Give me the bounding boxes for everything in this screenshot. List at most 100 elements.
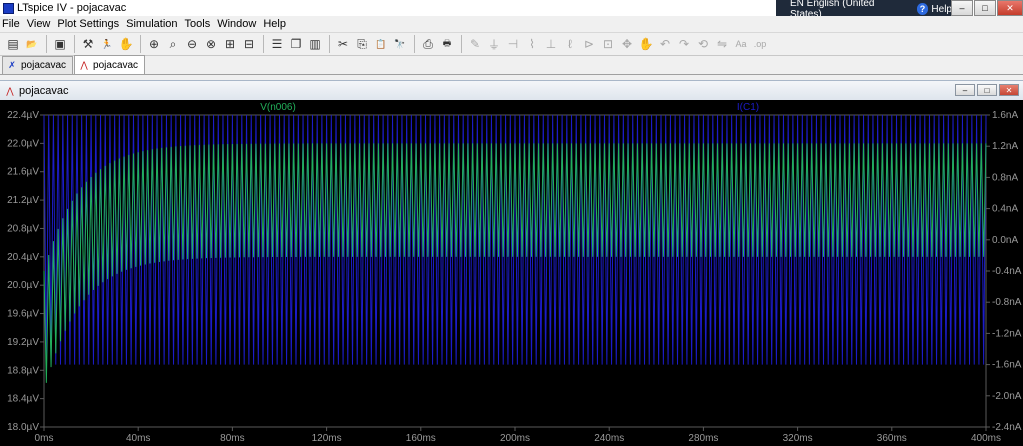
ground-icon[interactable]: ⏚ bbox=[485, 35, 503, 53]
left-tick-label: 21.2µV bbox=[7, 195, 39, 206]
redo-icon[interactable]: ↷ bbox=[675, 35, 693, 53]
right-tick-label: 0.8nA bbox=[992, 172, 1018, 183]
new-schematic-icon[interactable]: ▤ bbox=[4, 35, 22, 53]
toolbar-separator bbox=[414, 35, 415, 53]
zoom-in-icon[interactable]: ⊕ bbox=[145, 35, 163, 53]
tile-vertical-icon[interactable]: ▥ bbox=[306, 35, 324, 53]
x-tick-label: 80ms bbox=[220, 433, 244, 444]
find-icon[interactable]: 🔭 bbox=[391, 35, 409, 53]
move-icon[interactable]: ✥ bbox=[618, 35, 636, 53]
print-icon[interactable]: 🖶 bbox=[438, 35, 456, 53]
inductor-icon[interactable]: ℓ bbox=[561, 35, 579, 53]
menu-simulation[interactable]: Simulation bbox=[124, 18, 182, 30]
drag-icon[interactable]: ✋ bbox=[637, 35, 655, 53]
diode-icon[interactable]: ⊳ bbox=[580, 35, 598, 53]
component-icon[interactable]: ⊡ bbox=[599, 35, 617, 53]
wire-icon[interactable]: ✎ bbox=[466, 35, 484, 53]
document-tabs: ✗ pojacavac ⋀ pojacavac bbox=[0, 55, 1023, 75]
tab-schematic[interactable]: ✗ pojacavac bbox=[2, 56, 74, 74]
child-minimize-button[interactable]: – bbox=[955, 84, 975, 96]
run-icon[interactable]: 🏃 bbox=[98, 35, 116, 53]
child-maximize-button[interactable]: □ bbox=[977, 84, 997, 96]
x-tick-label: 40ms bbox=[126, 433, 150, 444]
left-tick-label: 20.8µV bbox=[7, 223, 39, 234]
plot-pane[interactable]: 0ms 40ms 80ms 120ms 160ms 200ms 240ms 280ms 320m… bbox=[0, 100, 1023, 446]
x-tick-label: 320ms bbox=[783, 433, 813, 444]
left-tick-label: 20.0µV bbox=[7, 280, 39, 291]
waveform-plot[interactable]: 0ms 40ms 80ms 120ms 160ms 200ms 240ms 280ms 320m… bbox=[0, 100, 1023, 446]
waveform-icon: ⋀ bbox=[80, 59, 88, 70]
tab-waveform[interactable]: ⋀ pojacavac bbox=[74, 55, 146, 74]
menu-plot-settings[interactable]: Plot Settings bbox=[55, 18, 124, 30]
right-tick-label: -0.4nA bbox=[992, 266, 1022, 277]
copy-icon[interactable]: ⎘ bbox=[353, 35, 371, 53]
left-tick-label: 20.4µV bbox=[7, 252, 39, 263]
left-tick-label: 18.0µV bbox=[7, 422, 39, 433]
zoom-cancel-icon[interactable]: ⊗ bbox=[202, 35, 220, 53]
tile-horizontal-icon[interactable]: ☰ bbox=[268, 35, 286, 53]
x-tick-label: 200ms bbox=[500, 433, 530, 444]
paste-icon[interactable]: 📋 bbox=[372, 35, 390, 53]
toolbar-separator bbox=[140, 35, 141, 53]
cascade-icon[interactable]: ❐ bbox=[287, 35, 305, 53]
right-tick-label: -2.4nA bbox=[992, 422, 1022, 433]
open-icon[interactable]: 📂 bbox=[23, 35, 41, 53]
right-tick-label: 0.4nA bbox=[992, 204, 1018, 215]
capacitor-icon[interactable]: ⊥ bbox=[542, 35, 560, 53]
text-icon[interactable]: Aa bbox=[732, 35, 750, 53]
right-tick-label: 1.2nA bbox=[992, 141, 1018, 152]
waveform-window-controls: – □ ✕ bbox=[953, 84, 1019, 96]
x-tick-label: 240ms bbox=[594, 433, 624, 444]
toolbar-separator bbox=[263, 35, 264, 53]
menu-window[interactable]: Window bbox=[215, 18, 261, 30]
autorange-icon[interactable]: ⊞ bbox=[221, 35, 239, 53]
rotate-icon[interactable]: ⟲ bbox=[694, 35, 712, 53]
tab-label: pojacavac bbox=[21, 60, 67, 71]
maximize-button[interactable]: □ bbox=[974, 0, 996, 16]
waveform-window-titlebar[interactable]: ⋀ pojacavac – □ ✕ bbox=[0, 81, 1023, 101]
cut-icon[interactable]: ✂ bbox=[334, 35, 352, 53]
language-help-label[interactable]: Help bbox=[931, 4, 952, 15]
right-tick-label: -2.0nA bbox=[992, 391, 1022, 402]
left-tick-label: 18.8µV bbox=[7, 365, 39, 376]
x-tick-label: 0ms bbox=[35, 433, 54, 444]
window-title: LTspice IV - pojacavac bbox=[17, 2, 127, 14]
menu-view[interactable]: View bbox=[25, 18, 56, 30]
trace-label-I-C1: I(C1) bbox=[737, 102, 759, 113]
x-tick-label: 160ms bbox=[406, 433, 436, 444]
menu-help[interactable]: Help bbox=[261, 18, 291, 30]
child-close-button[interactable]: ✕ bbox=[999, 84, 1019, 96]
halt-icon[interactable]: ✋ bbox=[117, 35, 135, 53]
print-preview-icon[interactable]: ⎙ bbox=[419, 35, 437, 53]
left-tick-label: 22.4µV bbox=[7, 110, 39, 121]
left-tick-label: 21.6µV bbox=[7, 167, 39, 178]
control-panel-icon[interactable]: ⚒ bbox=[79, 35, 97, 53]
right-tick-label: -1.6nA bbox=[992, 360, 1022, 371]
undo-icon[interactable]: ↶ bbox=[656, 35, 674, 53]
ltspice-window: LTspice IV - pojacavac EN English (Unite… bbox=[0, 0, 1023, 446]
zoom-out-icon[interactable]: ⊖ bbox=[183, 35, 201, 53]
menu-file[interactable]: File bbox=[0, 18, 25, 30]
x-tick-label: 120ms bbox=[312, 433, 342, 444]
toolbar: ▤ 📂 ▣ ⚒ 🏃 ✋ ⊕ ⌕ ⊖ ⊗ ⊞ ⊟ ☰ ❐ ▥ ✂ ⎘ 📋 🔭 ⎙ 🖶 ✎ ⏚ ⊣ ⌇ ⊥ ℓ ⊳ ⊡ ✥ ✋ ↶ ↷ ⟲ ⇋ Aa .op bbox=[0, 32, 1023, 56]
resistor-icon[interactable]: ⌇ bbox=[523, 35, 541, 53]
menu-tools[interactable]: Tools bbox=[183, 18, 216, 30]
toolbar-separator bbox=[74, 35, 75, 53]
right-tick-label: 1.6nA bbox=[992, 110, 1018, 121]
minimize-button[interactable]: – bbox=[951, 0, 973, 16]
save-icon[interactable]: ▣ bbox=[51, 35, 69, 53]
close-button[interactable]: ✕ bbox=[997, 0, 1023, 16]
waveform-window-title: pojacavac bbox=[19, 85, 69, 97]
left-tick-label: 22.0µV bbox=[7, 138, 39, 149]
pan-icon[interactable]: ⌕ bbox=[164, 35, 182, 53]
window-controls: – □ ✕ bbox=[950, 0, 1023, 16]
toolbar-separator bbox=[46, 35, 47, 53]
right-tick-label: 0.0nA bbox=[992, 235, 1018, 246]
x-tick-label: 400ms bbox=[971, 433, 1001, 444]
mirror-icon[interactable]: ⇋ bbox=[713, 35, 731, 53]
ltspice-app-icon bbox=[3, 2, 14, 14]
label-icon[interactable]: ⊣ bbox=[504, 35, 522, 53]
spice-directive-icon[interactable]: .op bbox=[751, 35, 769, 53]
help-icon[interactable]: ? bbox=[916, 3, 929, 15]
fit-icon[interactable]: ⊟ bbox=[240, 35, 258, 53]
